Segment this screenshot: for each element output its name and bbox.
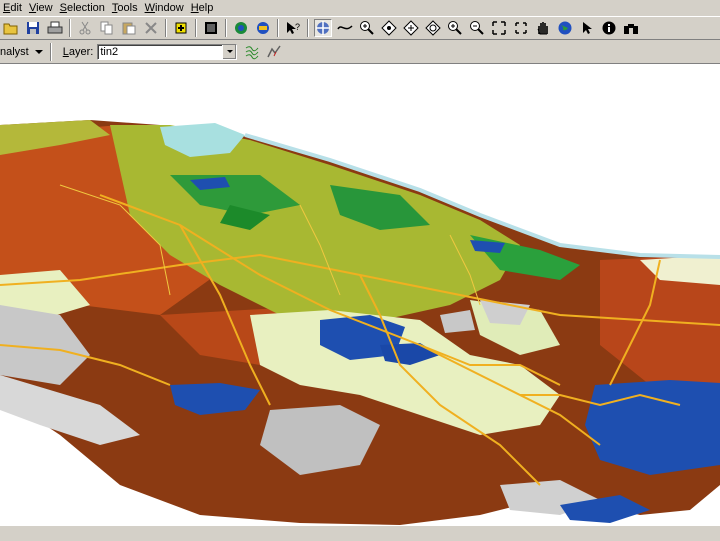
layers-icon[interactable] <box>254 19 272 37</box>
menu-bar: Edit View Selection Tools Window Help <box>0 0 720 16</box>
menu-window[interactable]: Window <box>142 0 188 16</box>
steepest-path-icon[interactable] <box>265 43 283 61</box>
dropdown-arrow-icon <box>34 49 43 54</box>
toolbar-separator <box>307 19 309 37</box>
full-extent-arrows-icon[interactable] <box>490 19 508 37</box>
3d-analyst-menu[interactable]: nalyst <box>0 46 47 58</box>
layer-select-value: tin2 <box>100 45 119 58</box>
target-icon[interactable] <box>380 19 398 37</box>
binoculars-icon[interactable] <box>622 19 640 37</box>
toolbar-separator <box>225 19 227 37</box>
scene-properties-icon[interactable] <box>232 19 250 37</box>
identify-icon[interactable] <box>600 19 618 37</box>
cut-icon[interactable] <box>76 19 94 37</box>
svg-text:?: ? <box>295 22 300 32</box>
paste-icon[interactable] <box>120 19 138 37</box>
open-icon[interactable] <box>2 19 20 37</box>
menu-tools[interactable]: Tools <box>109 0 142 16</box>
set-observer-icon[interactable] <box>424 19 442 37</box>
lake <box>585 380 720 475</box>
scene-view[interactable] <box>0 65 720 525</box>
copy-icon[interactable] <box>98 19 116 37</box>
print-icon[interactable] <box>46 19 64 37</box>
pan-icon[interactable] <box>512 19 530 37</box>
save-icon[interactable] <box>24 19 42 37</box>
hand-icon[interactable] <box>534 19 552 37</box>
menu-selection[interactable]: Selection <box>57 0 109 16</box>
fly-icon[interactable] <box>336 19 354 37</box>
delete-icon[interactable] <box>142 19 160 37</box>
status-bar <box>0 525 720 541</box>
toolbar-separator <box>165 19 167 37</box>
toolbar-separator <box>195 19 197 37</box>
contour-icon[interactable] <box>243 43 261 61</box>
menu-help[interactable]: Help <box>188 0 218 16</box>
toolbar-separator <box>49 42 52 61</box>
menu-view[interactable]: View <box>26 0 57 16</box>
combo-dropdown-button[interactable] <box>222 44 237 59</box>
layer-select[interactable]: tin2 <box>97 43 238 60</box>
select-icon[interactable] <box>578 19 596 37</box>
zoom-in-out-icon[interactable] <box>358 19 376 37</box>
toolbar-separator <box>69 19 71 37</box>
layer-label: Layer: <box>62 45 94 58</box>
toolbar-separator <box>277 19 279 37</box>
globe-icon[interactable] <box>556 19 574 37</box>
zoom-out-icon[interactable] <box>468 19 486 37</box>
full-extent-icon[interactable] <box>202 19 220 37</box>
standard-toolbar: ? <box>0 16 720 40</box>
terrain-surface <box>0 120 720 525</box>
zoom-to-target-icon[interactable] <box>402 19 420 37</box>
analyst-label: nalyst <box>0 45 29 58</box>
whats-this-icon[interactable]: ? <box>284 19 302 37</box>
menu-edit[interactable]: Edit <box>0 0 26 16</box>
zoom-in-icon[interactable] <box>446 19 464 37</box>
navigate-icon[interactable] <box>314 19 332 37</box>
add-data-icon[interactable] <box>172 19 190 37</box>
analyst-toolbar: nalyst Layer: tin2 <box>0 40 720 64</box>
